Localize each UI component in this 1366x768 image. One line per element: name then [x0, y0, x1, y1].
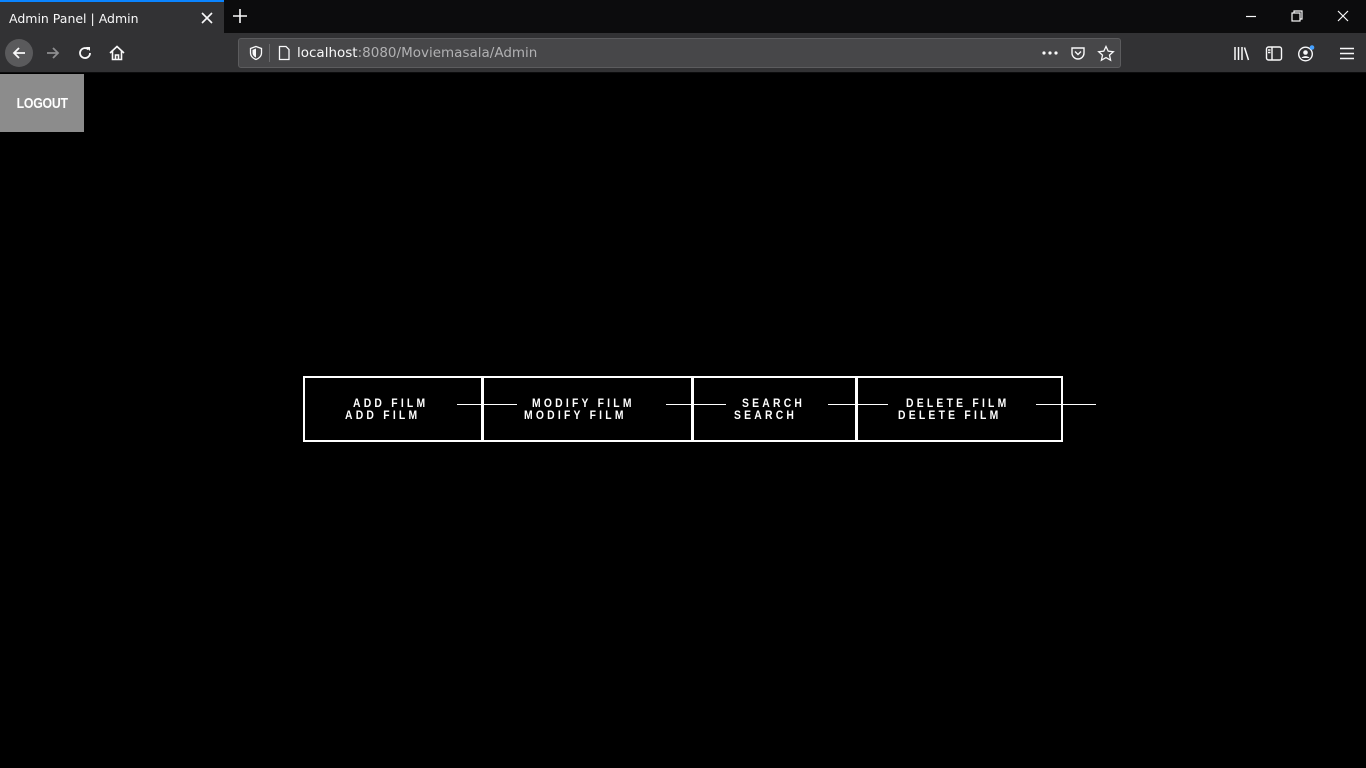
page-info-icon[interactable]: [276, 45, 292, 61]
bookmark-star-icon[interactable]: [1097, 45, 1115, 62]
new-tab-icon[interactable]: [231, 7, 249, 25]
reload-button[interactable]: [71, 39, 99, 67]
active-tab[interactable]: Admin Panel | Admin: [0, 0, 224, 33]
search-button[interactable]: SEARCH SEARCH: [693, 376, 888, 442]
delete-film-button[interactable]: DELETE FILM DELETE FILM: [857, 376, 1096, 442]
modify-film-label-echo: MODIFY FILM: [524, 410, 627, 422]
search-label: SEARCH: [742, 398, 806, 410]
url-host: localhost: [297, 45, 358, 61]
address-bar[interactable]: localhost:8080/Moviemasala/Admin: [238, 38, 1121, 68]
url-divider: [269, 44, 270, 62]
tab-strip: Admin Panel | Admin: [0, 0, 1366, 33]
home-button[interactable]: [103, 39, 131, 67]
back-button[interactable]: [5, 39, 33, 67]
navigation-toolbar: localhost:8080/Moviemasala/Admin: [0, 33, 1366, 73]
hover-line: [1036, 404, 1096, 405]
add-film-button[interactable]: ADD FILM ADD FILM: [303, 376, 517, 442]
admin-page: LOGOUT ADD FILM ADD FILM MODIFY FILM MOD…: [0, 74, 1366, 768]
tracking-shield-icon[interactable]: [248, 45, 264, 61]
add-film-label-echo: ADD FILM: [345, 410, 421, 422]
delete-film-label: DELETE FILM: [906, 398, 1010, 410]
logout-label: LOGOUT: [16, 94, 68, 112]
modify-film-label: MODIFY FILM: [532, 398, 635, 410]
modify-film-button[interactable]: MODIFY FILM MODIFY FILM: [483, 376, 726, 442]
add-film-label: ADD FILM: [353, 398, 429, 410]
forward-arrow-icon: [47, 47, 60, 59]
restore-icon[interactable]: [1289, 8, 1305, 24]
close-tab-icon[interactable]: [199, 10, 215, 26]
search-label-echo: SEARCH: [734, 410, 798, 422]
url-text[interactable]: localhost:8080/Moviemasala/Admin: [297, 45, 537, 61]
tab-title: Admin Panel | Admin: [9, 11, 139, 26]
close-window-icon[interactable]: [1335, 8, 1351, 24]
logout-button[interactable]: LOGOUT: [0, 74, 84, 132]
url-path: :8080/Moviemasala/Admin: [357, 45, 538, 61]
back-arrow-icon: [12, 47, 25, 59]
sidebar-icon[interactable]: [1265, 45, 1283, 62]
reload-icon: [79, 47, 91, 59]
page-actions-icon[interactable]: [1041, 45, 1059, 61]
menu-hamburger-icon[interactable]: [1338, 45, 1356, 62]
admin-menu: ADD FILM ADD FILM MODIFY FILM MODIFY FIL…: [303, 376, 1096, 442]
library-icon[interactable]: [1233, 45, 1251, 62]
pocket-icon[interactable]: [1070, 45, 1086, 61]
account-icon[interactable]: [1297, 45, 1315, 62]
forward-button[interactable]: [39, 39, 67, 67]
minimize-icon[interactable]: [1243, 8, 1259, 24]
home-icon: [109, 45, 125, 61]
delete-film-label-echo: DELETE FILM: [898, 410, 1002, 422]
